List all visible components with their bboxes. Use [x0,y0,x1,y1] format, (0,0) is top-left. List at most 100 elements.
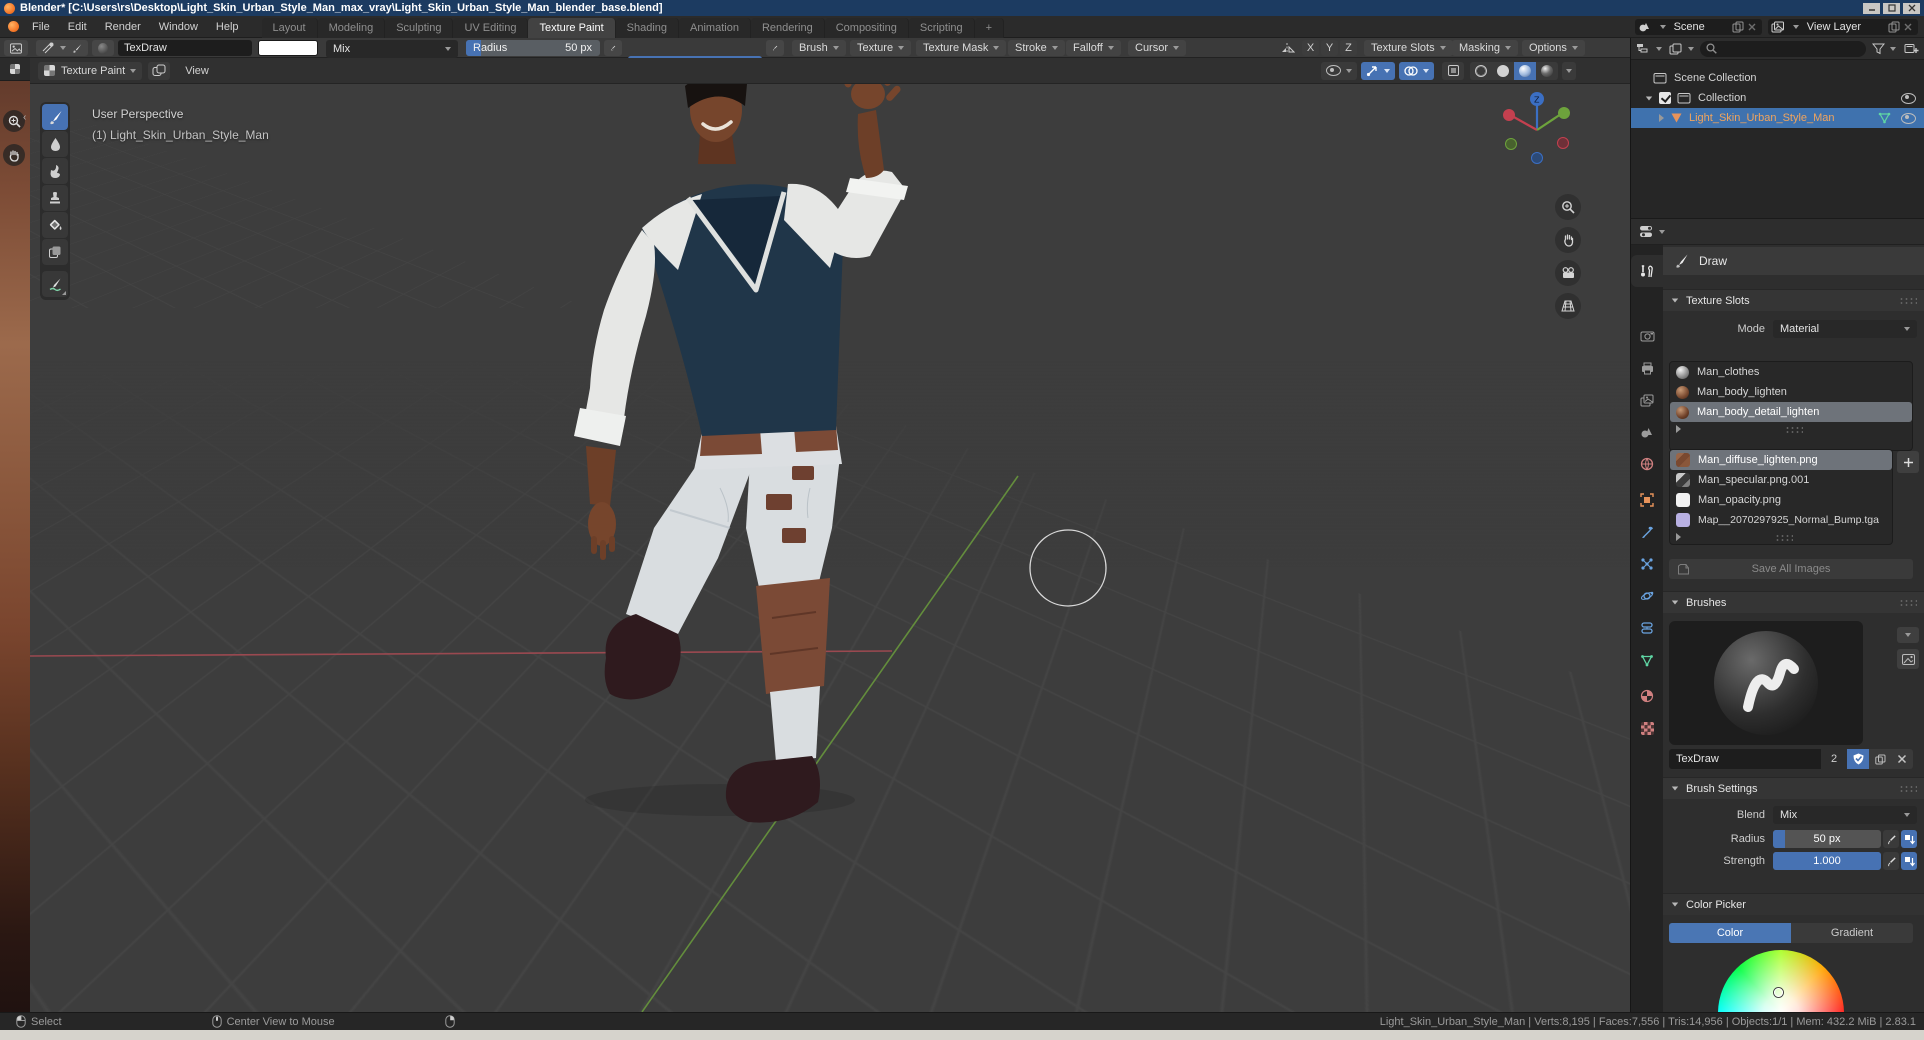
texture-popover[interactable]: Texture [850,40,911,56]
outliner-row-object[interactable]: Light_Skin_Urban_Style_Man [1631,108,1924,128]
outliner-search-input[interactable] [1700,41,1866,57]
brush-image-button[interactable] [1897,649,1919,669]
gizmo-z-neg[interactable] [1532,153,1543,164]
menu-window[interactable]: Window [150,16,207,38]
tab-color[interactable]: Color [1669,923,1791,943]
mirror-y-toggle[interactable]: Y [1321,40,1338,56]
image-slot[interactable]: Map__2070297925_Normal_Bump.tga [1670,510,1892,530]
properties-editor-type-dropdown[interactable] [1639,225,1665,238]
copy-icon[interactable] [1887,21,1901,33]
workspace-tab-rendering[interactable]: Rendering [751,18,825,38]
panel-grip[interactable] [1899,297,1917,304]
collection-checkbox[interactable] [1659,92,1671,104]
radius-pressure-toggle[interactable] [604,40,622,56]
tool-clone[interactable] [42,185,68,211]
workspace-tab-scripting[interactable]: Scripting [909,18,975,38]
color-picker-panel-header[interactable]: Color Picker [1663,893,1924,915]
workspace-tab-compositing[interactable]: Compositing [825,18,909,38]
options-popover[interactable]: Options [1522,40,1585,56]
outliner-filter-dropdown[interactable] [1669,43,1694,55]
tab-render[interactable] [1631,322,1663,350]
shading-material-button[interactable] [1514,62,1536,80]
radius-slider[interactable]: 50 px [1773,830,1881,848]
outliner-funnel-dropdown[interactable] [1872,43,1896,55]
tab-view-layer[interactable] [1631,386,1663,414]
mode-dropdown[interactable]: Texture Paint [38,62,142,80]
tool-annotate[interactable] [42,271,68,297]
falloff-popover[interactable]: Falloff [1066,40,1121,56]
close-button[interactable] [1903,3,1920,14]
masking-popover[interactable]: Masking [1452,40,1518,56]
radius-slider[interactable]: Radius 50 px [466,40,600,56]
navigation-gizmo[interactable]: Z [1492,88,1582,178]
tab-tool[interactable] [1631,255,1663,287]
mirror-button[interactable] [1278,40,1298,56]
scene-selector[interactable]: Scene [1635,19,1762,35]
menu-render[interactable]: Render [96,16,150,38]
menu-file[interactable]: File [23,16,59,38]
viewport-ortho-button[interactable] [1555,293,1581,319]
radius-pressure-toggle[interactable] [1883,830,1899,848]
list-footer[interactable] [1670,530,1892,544]
workspace-tab-shading[interactable]: Shading [616,18,679,38]
tab-modifiers[interactable] [1631,518,1663,546]
brush-preview-mini-button[interactable] [92,40,114,56]
unified-strength-toggle[interactable] [1901,852,1917,870]
save-all-images-button[interactable]: Save All Images [1669,559,1913,579]
fake-user-shield-toggle[interactable] [1847,749,1869,769]
collapse-arrow[interactable]: ‹ [23,112,26,123]
workspace-tab-uv-editing[interactable]: UV Editing [453,18,528,38]
list-footer[interactable] [1670,422,1912,436]
expand-icon[interactable] [1676,425,1681,433]
tab-world[interactable] [1631,450,1663,478]
material-slot[interactable]: Man_body_lighten [1670,382,1912,402]
viewport-zoom-button[interactable] [1555,194,1581,220]
xray-toggle[interactable] [1442,62,1464,80]
expand-arrow-icon[interactable] [1659,114,1664,122]
brush-preview[interactable] [1669,621,1863,745]
tool-smear[interactable] [42,158,68,184]
pan-hand-button[interactable] [3,144,25,166]
tool-soften[interactable] [42,131,68,157]
expand-arrow-icon[interactable] [1646,96,1652,100]
unlink-brush-button[interactable] [1891,749,1913,769]
brush-name-field[interactable]: TexDraw [118,40,252,56]
gizmo-x-axis[interactable] [1503,109,1515,121]
shading-solid-button[interactable] [1492,62,1514,80]
overlays-toggle-popover[interactable] [1399,62,1434,80]
object-visibility-popover[interactable] [1321,62,1357,80]
zoom-in-button[interactable] [3,110,25,132]
workspace-tab-layout[interactable]: Layout [262,18,318,38]
unified-radius-toggle[interactable] [1901,830,1917,848]
tab-particles[interactable] [1631,550,1663,578]
expand-icon[interactable] [1676,533,1681,541]
copy-brush-button[interactable] [1869,749,1891,769]
mode-transfer-button[interactable] [148,62,170,80]
close-icon[interactable] [1901,21,1915,33]
color-wheel-cursor[interactable] [1774,988,1783,997]
gizmo-x-neg[interactable] [1558,138,1569,149]
shading-rendered-button[interactable] [1536,62,1558,80]
workspace-tab-sculpting[interactable]: Sculpting [385,18,453,38]
tab-physics[interactable] [1631,582,1663,610]
panel-grip[interactable] [1899,599,1917,606]
tool-draw[interactable] [42,104,68,130]
menu-help[interactable]: Help [207,16,248,38]
tab-material[interactable] [1631,682,1663,710]
shading-options-dropdown[interactable] [1562,62,1576,80]
brush-tool-icon-button[interactable] [66,40,88,56]
workspace-tab-texture-paint[interactable]: Texture Paint [528,18,615,38]
image-editor-strip-header[interactable] [0,58,30,81]
image-slot[interactable]: Man_opacity.png [1670,490,1892,510]
cursor-popover[interactable]: Cursor [1128,40,1186,56]
material-slot[interactable]: Man_clothes [1670,362,1912,382]
stroke-popover[interactable]: Stroke [1008,40,1065,56]
tab-object-data[interactable] [1631,646,1663,674]
gizmo-y-axis[interactable] [1558,107,1570,119]
strength-pressure-toggle[interactable] [766,40,784,56]
strength-pressure-toggle[interactable] [1883,852,1899,870]
view-menu[interactable]: View [176,58,218,84]
new-collection-button[interactable] [1904,42,1919,55]
hide-eye-toggle[interactable] [1901,93,1916,104]
brush-name-field[interactable]: TexDraw [1669,749,1821,769]
